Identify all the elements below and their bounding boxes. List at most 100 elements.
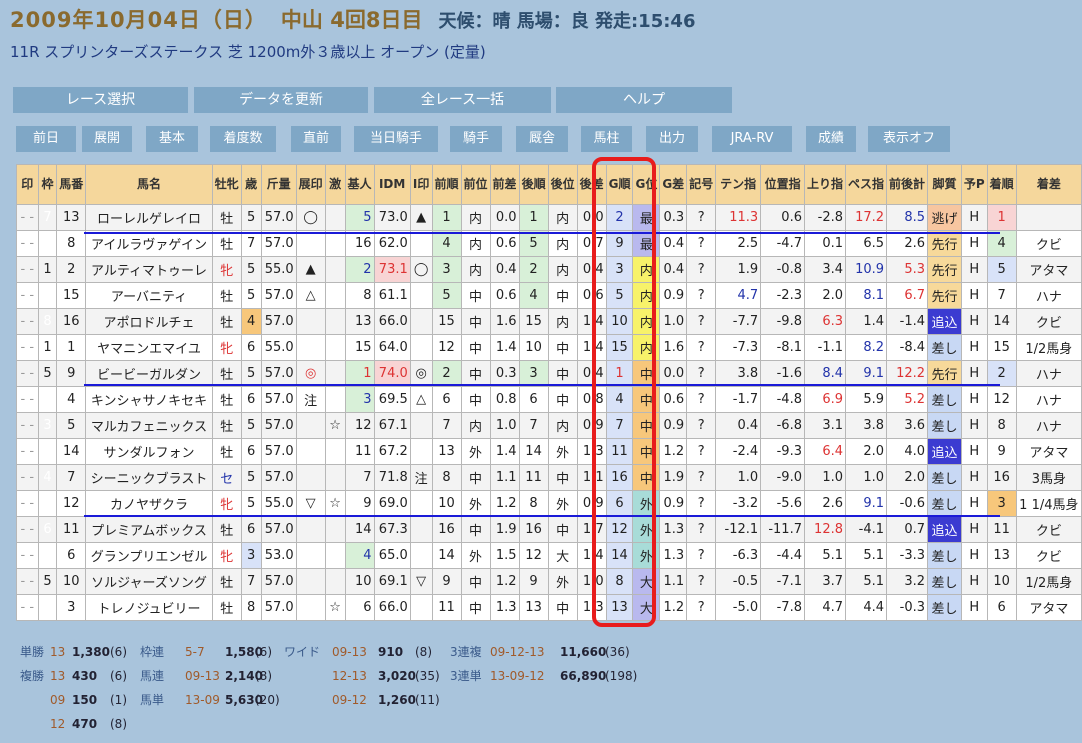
cell-geki (324, 438, 346, 465)
cell-kihon: 1 (344, 360, 375, 387)
tab-output[interactable]: 出力 (646, 126, 698, 152)
cell-ban: 2 (56, 256, 87, 283)
cell-mark: - - (16, 412, 39, 439)
cell-name[interactable]: キンシャサノキセキ (85, 386, 213, 413)
cell-yo: H (960, 490, 988, 517)
cell-name[interactable]: プレミアムボックス (85, 516, 213, 543)
tab-tenkai[interactable]: 展開 (82, 126, 132, 152)
cell-gj: 10 (605, 308, 634, 335)
column-header: 馬番 (56, 164, 87, 205)
all-races-button[interactable]: 全レース一括 (374, 87, 551, 113)
cell-gs: 1.9 (659, 464, 688, 491)
help-button[interactable]: ヘルプ (556, 87, 732, 113)
cell-mj: 15 (431, 308, 462, 335)
cell-pace: 5.1 (844, 542, 888, 569)
race-date: 2009年10月04日（日） (10, 8, 267, 32)
table-row[interactable]: - -6 11 プレミアムボックス牡 6 57.0 14 67.3 16 中 1.9 16 中 1.7 1… (16, 516, 1082, 543)
cell-pace: 5.1 (844, 568, 888, 595)
cell-sex: 牡 (211, 386, 242, 413)
cell-kihon: 11 (344, 438, 375, 465)
tab-display-off[interactable]: 表示オフ (868, 126, 950, 152)
tab-chokuzen[interactable]: 直前 (291, 126, 341, 152)
cell-age: 5 (240, 282, 262, 309)
cell-name[interactable]: カノヤザクラ (85, 490, 213, 517)
table-row[interactable]: - -6 12 カノヤザクラ牝 5 55.0 ▽ ☆ 9 69.0 10 外 1.2 8 外 0.9 6 外 0.… (16, 490, 1082, 517)
race-select-button[interactable]: レース選択 (13, 87, 188, 113)
table-row[interactable]: - -3 5 マルカフェニックス牡 5 57.0 ☆ 12 67.1 7 内 1.0 7 内 0.9 7 中 0… (16, 412, 1082, 439)
cell-gi: 外 (632, 490, 661, 517)
payout-popularity: (6) (255, 645, 272, 659)
table-row[interactable]: - -7 14 サンダルフォン牡 6 57.0 11 67.2 13 外 1.4 14 外 1.3 11 中… (16, 438, 1082, 465)
cell-pace: 4.4 (844, 594, 888, 621)
cell-name[interactable]: ビービーガルダン (85, 360, 213, 387)
cell-gs: 0.9 (659, 282, 688, 309)
table-row[interactable]: - -4 7 シーニックブラストセ 5 57.0 7 71.8 注 8 中 1.1 11 中 1.1 16 中… (16, 464, 1082, 491)
cell-ai: 内 (547, 204, 578, 231)
cell-tenshi: -1.7 (715, 386, 762, 413)
table-row[interactable]: - -8 15 アーバニティ牡 5 57.0 △ 8 61.1 5 中 0.6 4 中 0.6 5 内 0.9?… (16, 282, 1082, 309)
cell-name[interactable]: ヤマニンエマイユ (85, 334, 213, 361)
cell-chaku: 10 (986, 568, 1017, 595)
cell-ki: ? (686, 464, 717, 491)
cell-tenshi: 4.7 (715, 282, 762, 309)
table-row[interactable]: - -4 8 アイルラヴァゲイン牡 7 57.0 16 62.0 4 内 0.6 5 内 0.7 9 最 0.… (16, 230, 1082, 257)
tab-kishu[interactable]: 騎手 (450, 126, 502, 152)
cell-yo: H (960, 360, 988, 387)
cell-name[interactable]: ソルジャーズソング (85, 568, 213, 595)
table-row[interactable]: - -1 1 ヤマニンエマイユ牝 6 55.0 15 64.0 12 中 1.4 10 中 1.4 15 内… (16, 334, 1082, 361)
cell-ki: ? (686, 568, 717, 595)
cell-kin: 57.0 (260, 438, 297, 465)
cell-age: 5 (240, 490, 262, 517)
cell-name[interactable]: アルティマトゥーレ (85, 256, 213, 283)
payout-type: 枠連 (140, 645, 165, 659)
table-row[interactable]: - -5 10 ソルジャーズソング牡 7 57.0 10 69.1 ▽ 9 中 1.2 9 外 1.0 8 大… (16, 568, 1082, 595)
cell-gs: 1.1 (659, 568, 688, 595)
cell-as: 0.7 (576, 230, 607, 257)
cell-gi: 外 (632, 542, 661, 569)
tab-toujitsu-kishu[interactable]: 当日騎手 (354, 126, 438, 152)
table-row[interactable]: - -7 13 ローレルゲレイロ牡 5 57.0 ◯ 5 73.0 ▲ 1 内 0.0 1 内 0.0 2 最 0… (16, 204, 1082, 231)
cell-name[interactable]: アイルラヴァゲイン (85, 230, 213, 257)
cell-name[interactable]: トレノジュビリー (85, 594, 213, 621)
cell-tenshi: -3.2 (715, 490, 762, 517)
cell-name[interactable]: アポロドルチェ (85, 308, 213, 335)
cell-ichi: -2.3 (760, 282, 805, 309)
cell-sa: ハナ (1015, 412, 1082, 439)
cell-waku: 7 (37, 204, 58, 231)
refresh-data-button[interactable]: データを更新 (194, 87, 368, 113)
cell-name[interactable]: サンダルフォン (85, 438, 213, 465)
table-row[interactable]: - -2 3 トレノジュビリー牡 8 57.0 ☆ 6 66.0 11 中 1.3 13 中 1.3 13 大… (16, 594, 1082, 621)
cell-name[interactable]: マルカフェニックス (85, 412, 213, 439)
cell-name[interactable]: グランプリエンゼル (85, 542, 213, 569)
cell-waku: 2 (37, 386, 58, 413)
tab-jra-rv[interactable]: JRA-RV (712, 126, 792, 152)
column-header: I印 (409, 164, 433, 205)
table-row[interactable]: - -1 2 アルティマトゥーレ牝 5 55.0 ▲ 2 73.1 ◯ 3 内 0.4 2 内 0.4 3 内 0… (16, 256, 1082, 283)
cell-gs: 1.3 (659, 516, 688, 543)
tab-kihon[interactable]: 基本 (146, 126, 198, 152)
cell-ai: 内 (547, 230, 578, 257)
column-header: 予P (960, 164, 988, 205)
table-row[interactable]: - -5 9 ビービーガルダン牡 5 57.0 ◎ 1 74.0 ◎ 2 中 0.3 3 中 0.4 1 中 0.… (16, 360, 1082, 387)
table-row[interactable]: - -2 4 キンシャサノキセキ牡 6 57.0 注 3 69.5 △ 6 中 0.8 6 中 0.8 4 中 0… (16, 386, 1082, 413)
cell-ii (409, 438, 433, 465)
payout-amount: 1,380 (72, 645, 110, 659)
cell-kin: 57.0 (260, 308, 297, 335)
cell-tenshi: -7.7 (715, 308, 762, 335)
tab-kyusha[interactable]: 厩舎 (516, 126, 568, 152)
tab-previous-day[interactable]: 前日 (16, 126, 76, 152)
cell-name[interactable]: ローレルゲレイロ (85, 204, 213, 231)
tab-bachu[interactable]: 馬柱 (581, 126, 632, 152)
cell-gi: 内 (632, 282, 661, 309)
payout-popularity: (8) (415, 645, 432, 659)
cell-agari: 6.9 (803, 386, 847, 413)
tab-seiseki[interactable]: 成績 (806, 126, 856, 152)
cell-kin: 57.0 (260, 230, 297, 257)
cell-name[interactable]: アーバニティ (85, 282, 213, 309)
table-row[interactable]: - -8 16 アポロドルチェ牡 4 57.0 13 66.0 15 中 1.6 15 内 1.4 10 内… (16, 308, 1082, 335)
cell-waku: 8 (37, 282, 58, 309)
cell-name[interactable]: シーニックブラスト (85, 464, 213, 491)
cell-as: 1.4 (576, 308, 607, 335)
table-row[interactable]: - -3 6 グランプリエンゼル牝 3 53.0 4 65.0 14 外 1.5 12 大 1.4 14 外… (16, 542, 1082, 569)
tab-chakudosu[interactable]: 着度数 (210, 126, 276, 152)
